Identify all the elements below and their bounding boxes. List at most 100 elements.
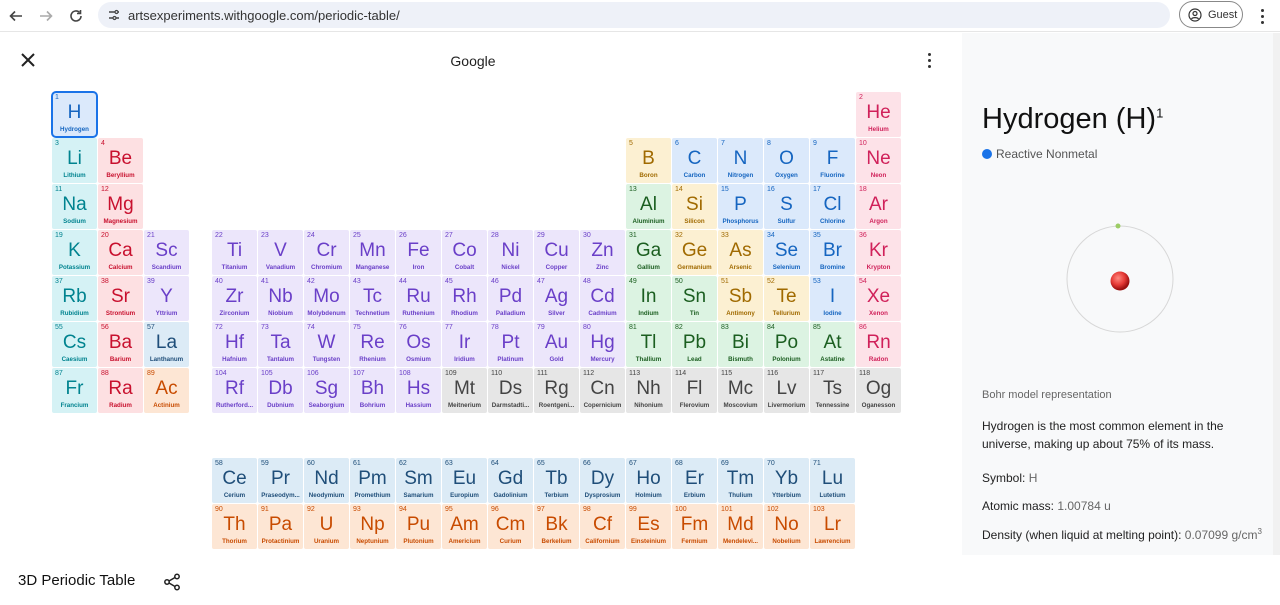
element-cell-sc[interactable]: 21 Sc Scandium bbox=[144, 230, 189, 275]
element-cell-xe[interactable]: 54 Xe Xenon bbox=[856, 276, 901, 321]
element-cell-li[interactable]: 3 Li Lithium bbox=[52, 138, 97, 183]
element-cell-th[interactable]: 90 Th Thorium bbox=[212, 504, 257, 549]
element-cell-lr[interactable]: 103 Lr Lawrencium bbox=[810, 504, 855, 549]
element-cell-ne[interactable]: 10 Ne Neon bbox=[856, 138, 901, 183]
element-cell-cu[interactable]: 29 Cu Copper bbox=[534, 230, 579, 275]
share-icon[interactable] bbox=[163, 573, 181, 591]
element-cell-f[interactable]: 9 F Fluorine bbox=[810, 138, 855, 183]
element-cell-dy[interactable]: 66 Dy Dysprosium bbox=[580, 458, 625, 503]
element-cell-gd[interactable]: 64 Gd Gadolinium bbox=[488, 458, 533, 503]
element-cell-db[interactable]: 105 Db Dubnium bbox=[258, 368, 303, 413]
element-cell-zn[interactable]: 30 Zn Zinc bbox=[580, 230, 625, 275]
element-cell-cm[interactable]: 96 Cm Curium bbox=[488, 504, 533, 549]
element-cell-s[interactable]: 16 S Sulfur bbox=[764, 184, 809, 229]
element-cell-ni[interactable]: 28 Ni Nickel bbox=[488, 230, 533, 275]
element-cell-te[interactable]: 52 Te Tellurium bbox=[764, 276, 809, 321]
element-cell-ru[interactable]: 44 Ru Ruthenium bbox=[396, 276, 441, 321]
element-cell-kr[interactable]: 36 Kr Krypton bbox=[856, 230, 901, 275]
element-cell-pt[interactable]: 78 Pt Platinum bbox=[488, 322, 533, 367]
element-cell-ac[interactable]: 89 Ac Actinium bbox=[144, 368, 189, 413]
element-cell-sr[interactable]: 38 Sr Strontium bbox=[98, 276, 143, 321]
element-cell-fm[interactable]: 100 Fm Fermium bbox=[672, 504, 717, 549]
element-cell-sn[interactable]: 50 Sn Tin bbox=[672, 276, 717, 321]
element-cell-cr[interactable]: 24 Cr Chromium bbox=[304, 230, 349, 275]
element-cell-sb[interactable]: 51 Sb Antimony bbox=[718, 276, 763, 321]
element-cell-po[interactable]: 84 Po Polonium bbox=[764, 322, 809, 367]
element-cell-ti[interactable]: 22 Ti Titanium bbox=[212, 230, 257, 275]
element-cell-ba[interactable]: 56 Ba Barium bbox=[98, 322, 143, 367]
element-cell-pu[interactable]: 94 Pu Plutonium bbox=[396, 504, 441, 549]
element-cell-rb[interactable]: 37 Rb Rubidium bbox=[52, 276, 97, 321]
element-cell-cd[interactable]: 48 Cd Cadmium bbox=[580, 276, 625, 321]
element-cell-nb[interactable]: 41 Nb Niobium bbox=[258, 276, 303, 321]
element-cell-ge[interactable]: 32 Ge Germanium bbox=[672, 230, 717, 275]
element-cell-ts[interactable]: 117 Ts Tennessine bbox=[810, 368, 855, 413]
element-cell-co[interactable]: 27 Co Cobalt bbox=[442, 230, 487, 275]
element-cell-ho[interactable]: 67 Ho Holmium bbox=[626, 458, 671, 503]
element-cell-bk[interactable]: 97 Bk Berkelium bbox=[534, 504, 579, 549]
profile-button[interactable]: Guest bbox=[1179, 1, 1243, 28]
element-cell-ra[interactable]: 88 Ra Radium bbox=[98, 368, 143, 413]
element-cell-ce[interactable]: 58 Ce Cerium bbox=[212, 458, 257, 503]
element-cell-pm[interactable]: 61 Pm Promethium bbox=[350, 458, 395, 503]
element-cell-pa[interactable]: 91 Pa Protactinium bbox=[258, 504, 303, 549]
element-cell-nd[interactable]: 60 Nd Neodymium bbox=[304, 458, 349, 503]
element-cell-o[interactable]: 8 O Oxygen bbox=[764, 138, 809, 183]
element-cell-ag[interactable]: 47 Ag Silver bbox=[534, 276, 579, 321]
element-cell-zr[interactable]: 40 Zr Zirconium bbox=[212, 276, 257, 321]
element-cell-rn[interactable]: 86 Rn Radon bbox=[856, 322, 901, 367]
element-cell-hs[interactable]: 108 Hs Hassium bbox=[396, 368, 441, 413]
panel-scrollbar[interactable] bbox=[1273, 33, 1280, 555]
element-cell-br[interactable]: 35 Br Bromine bbox=[810, 230, 855, 275]
element-cell-hg[interactable]: 80 Hg Mercury bbox=[580, 322, 625, 367]
element-cell-cl[interactable]: 17 Cl Chlorine bbox=[810, 184, 855, 229]
element-cell-ar[interactable]: 18 Ar Argon bbox=[856, 184, 901, 229]
element-cell-yb[interactable]: 70 Yb Ytterbium bbox=[764, 458, 809, 503]
element-cell-es[interactable]: 99 Es Einsteinium bbox=[626, 504, 671, 549]
element-cell-tl[interactable]: 81 Tl Thallium bbox=[626, 322, 671, 367]
more-vert-icon[interactable] bbox=[1254, 6, 1270, 26]
element-cell-cn[interactable]: 112 Cn Copernicium bbox=[580, 368, 625, 413]
element-cell-mg[interactable]: 12 Mg Magnesium bbox=[98, 184, 143, 229]
element-cell-np[interactable]: 93 Np Neptunium bbox=[350, 504, 395, 549]
element-cell-y[interactable]: 39 Y Yttrium bbox=[144, 276, 189, 321]
element-cell-rg[interactable]: 111 Rg Roentgeni... bbox=[534, 368, 579, 413]
element-cell-la[interactable]: 57 La Lanthanum bbox=[144, 322, 189, 367]
element-cell-mc[interactable]: 115 Mc Moscovium bbox=[718, 368, 763, 413]
element-cell-tc[interactable]: 43 Tc Technetium bbox=[350, 276, 395, 321]
element-cell-nh[interactable]: 113 Nh Nihonium bbox=[626, 368, 671, 413]
element-cell-i[interactable]: 53 I Iodine bbox=[810, 276, 855, 321]
element-cell-md[interactable]: 101 Md Mendelevi... bbox=[718, 504, 763, 549]
element-cell-si[interactable]: 14 Si Silicon bbox=[672, 184, 717, 229]
element-cell-be[interactable]: 4 Be Beryllium bbox=[98, 138, 143, 183]
element-cell-cs[interactable]: 55 Cs Caesium bbox=[52, 322, 97, 367]
element-cell-fe[interactable]: 26 Fe Iron bbox=[396, 230, 441, 275]
element-cell-sg[interactable]: 106 Sg Seaborgium bbox=[304, 368, 349, 413]
element-cell-p[interactable]: 15 P Phosphorus bbox=[718, 184, 763, 229]
element-cell-rh[interactable]: 45 Rh Rhodium bbox=[442, 276, 487, 321]
element-cell-sm[interactable]: 62 Sm Samarium bbox=[396, 458, 441, 503]
element-cell-h[interactable]: 1 H Hydrogen bbox=[51, 91, 98, 138]
element-cell-in[interactable]: 49 In Indium bbox=[626, 276, 671, 321]
element-cell-tb[interactable]: 65 Tb Terbium bbox=[534, 458, 579, 503]
element-cell-bi[interactable]: 83 Bi Bismuth bbox=[718, 322, 763, 367]
element-cell-ds[interactable]: 110 Ds Darmstadti... bbox=[488, 368, 533, 413]
element-cell-se[interactable]: 34 Se Selenium bbox=[764, 230, 809, 275]
element-cell-ca[interactable]: 20 Ca Calcium bbox=[98, 230, 143, 275]
element-cell-ga[interactable]: 31 Ga Gallium bbox=[626, 230, 671, 275]
element-cell-n[interactable]: 7 N Nitrogen bbox=[718, 138, 763, 183]
element-cell-fr[interactable]: 87 Fr Francium bbox=[52, 368, 97, 413]
element-cell-eu[interactable]: 63 Eu Europium bbox=[442, 458, 487, 503]
element-cell-am[interactable]: 95 Am Americium bbox=[442, 504, 487, 549]
element-cell-lu[interactable]: 71 Lu Lutetium bbox=[810, 458, 855, 503]
element-cell-pd[interactable]: 46 Pd Palladium bbox=[488, 276, 533, 321]
element-cell-fl[interactable]: 114 Fl Flerovium bbox=[672, 368, 717, 413]
element-cell-no[interactable]: 102 No Nobelium bbox=[764, 504, 809, 549]
element-cell-he[interactable]: 2 He Helium bbox=[856, 92, 901, 137]
element-cell-pr[interactable]: 59 Pr Praseodym... bbox=[258, 458, 303, 503]
element-cell-w[interactable]: 74 W Tungsten bbox=[304, 322, 349, 367]
element-cell-v[interactable]: 23 V Vanadium bbox=[258, 230, 303, 275]
element-cell-as[interactable]: 33 As Arsenic bbox=[718, 230, 763, 275]
element-cell-mn[interactable]: 25 Mn Manganese bbox=[350, 230, 395, 275]
element-cell-rf[interactable]: 104 Rf Rutherford... bbox=[212, 368, 257, 413]
